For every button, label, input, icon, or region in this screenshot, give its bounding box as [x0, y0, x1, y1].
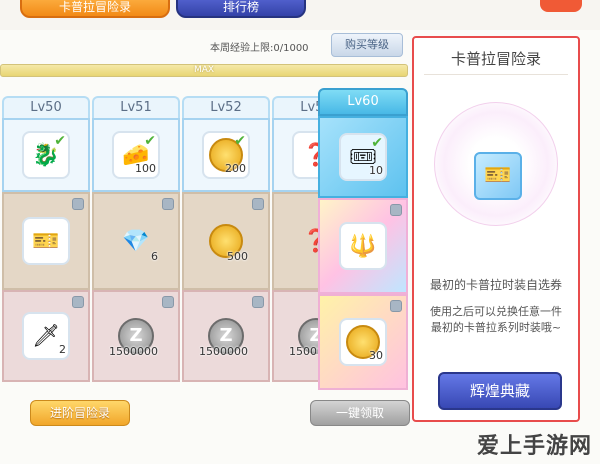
level-column: Lv52 ✔ 200 500 Z 1500000 — [182, 96, 270, 382]
claimed-check-icon: ✔ — [234, 133, 246, 149]
lock-icon — [390, 300, 402, 312]
costume-ticket-icon: 🎫 — [22, 217, 70, 265]
special-premium-reward-cell[interactable]: 30 — [318, 294, 408, 390]
level-column: Lv50 🐉 ✔ 🎫 🗡 2 — [2, 96, 90, 382]
claimed-check-icon: ✔ — [144, 133, 156, 149]
weapon-bundle-icon: 🗡 2 — [22, 312, 70, 360]
premium-reward-cell[interactable]: Z 1500000 — [92, 290, 180, 382]
zeny-coin-icon: Z 1500000 — [199, 312, 250, 360]
special-free-reward-cell[interactable]: 🎟 ✔ 10 — [318, 116, 408, 198]
level-header: Lv60 — [318, 88, 408, 116]
buy-level-button[interactable]: 购买等级 — [331, 33, 403, 57]
free-reward-cell[interactable]: 🐉 ✔ — [2, 118, 90, 192]
tab-kafra-adventure[interactable]: 卡普拉冒险录 — [20, 0, 170, 18]
close-corner-button[interactable] — [540, 0, 582, 12]
level-header: Lv52 — [182, 96, 270, 118]
advanced-reward-cell[interactable]: 🎫 — [2, 192, 90, 290]
item-quantity: 6 — [151, 250, 158, 263]
gold-token-icon: 30 — [339, 318, 387, 366]
lock-icon — [162, 296, 174, 308]
advanced-reward-cell[interactable]: 💎 6 — [92, 192, 180, 290]
watermark-logo: 爱上手游网 — [476, 434, 592, 459]
trident-tool-icon: 🔱 — [339, 222, 387, 270]
item-quantity: 1500000 — [199, 345, 248, 358]
pink-crystal-icon: 💎 6 — [122, 228, 158, 264]
claim-all-button[interactable]: 一键领取 — [310, 400, 410, 426]
lock-icon — [72, 296, 84, 308]
level-progress-bar: MAX — [0, 64, 408, 77]
advanced-adventure-button[interactable]: 进阶冒险录 — [30, 400, 130, 426]
reward-preview-panel: 卡普拉冒险录 🎫 最初的卡普拉时装自选券 使用之后可以兑换任意一件最初的卡普拉系… — [412, 36, 580, 422]
zeny-coin-icon: Z 1500000 — [109, 312, 160, 360]
item-quantity: 2 — [59, 343, 66, 356]
cheese-icon: 🧀 ✔ 100 — [112, 131, 160, 179]
progress-max-text: MAX — [193, 65, 215, 75]
gold-coins-icon: ✔ 200 — [202, 131, 250, 179]
weekly-exp-label: 本周经验上限:0/1000 — [210, 43, 309, 54]
top-bar: 卡普拉冒险录 排行榜 — [0, 0, 600, 30]
level-header: Lv51 — [92, 96, 180, 118]
item-name: 最初的卡普拉时装自选券 — [429, 278, 562, 292]
advanced-reward-cell[interactable]: 500 — [182, 192, 270, 290]
item-quantity: 30 — [369, 349, 383, 362]
item-quantity: 200 — [225, 162, 246, 175]
free-reward-cell[interactable]: ✔ 200 — [182, 118, 270, 192]
item-quantity: 10 — [369, 164, 383, 177]
glorious-collection-button[interactable]: 辉煌典藏 — [438, 372, 562, 410]
lock-icon — [162, 198, 174, 210]
lock-icon — [72, 198, 84, 210]
premium-reward-cell[interactable]: 🗡 2 — [2, 290, 90, 382]
item-description: 使用之后可以兑换任意一件最初的卡普拉系列时装哦~ — [430, 305, 562, 334]
blue-ticket-icon: 🎟 ✔ 10 — [339, 133, 387, 181]
special-advanced-reward-cell[interactable]: 🔱 — [318, 198, 408, 294]
gold-coins-icon: 500 — [202, 217, 250, 265]
panel-divider — [424, 74, 568, 75]
item-quantity: 100 — [135, 162, 156, 175]
costume-ticket-icon: 🎫 — [474, 152, 522, 200]
pet-doll-icon: 🐉 ✔ — [22, 131, 70, 179]
panel-title: 卡普拉冒险录 — [450, 50, 541, 68]
level-column: Lv51 🧀 ✔ 100 💎 6 Z 1500000 — [92, 96, 180, 382]
premium-reward-cell[interactable]: Z 1500000 — [182, 290, 270, 382]
tab-ranking[interactable]: 排行榜 — [176, 0, 306, 18]
lv60-special-column: Lv60 🎟 ✔ 10 🔱 30 — [318, 88, 408, 390]
lock-icon — [390, 204, 402, 216]
claimed-check-icon: ✔ — [371, 135, 383, 151]
lock-icon — [252, 198, 264, 210]
level-header: Lv50 — [2, 96, 90, 118]
free-reward-cell[interactable]: 🧀 ✔ 100 — [92, 118, 180, 192]
item-quantity: 500 — [227, 250, 248, 263]
item-quantity: 1500000 — [109, 345, 158, 358]
lock-icon — [252, 296, 264, 308]
claimed-check-icon: ✔ — [54, 133, 66, 149]
